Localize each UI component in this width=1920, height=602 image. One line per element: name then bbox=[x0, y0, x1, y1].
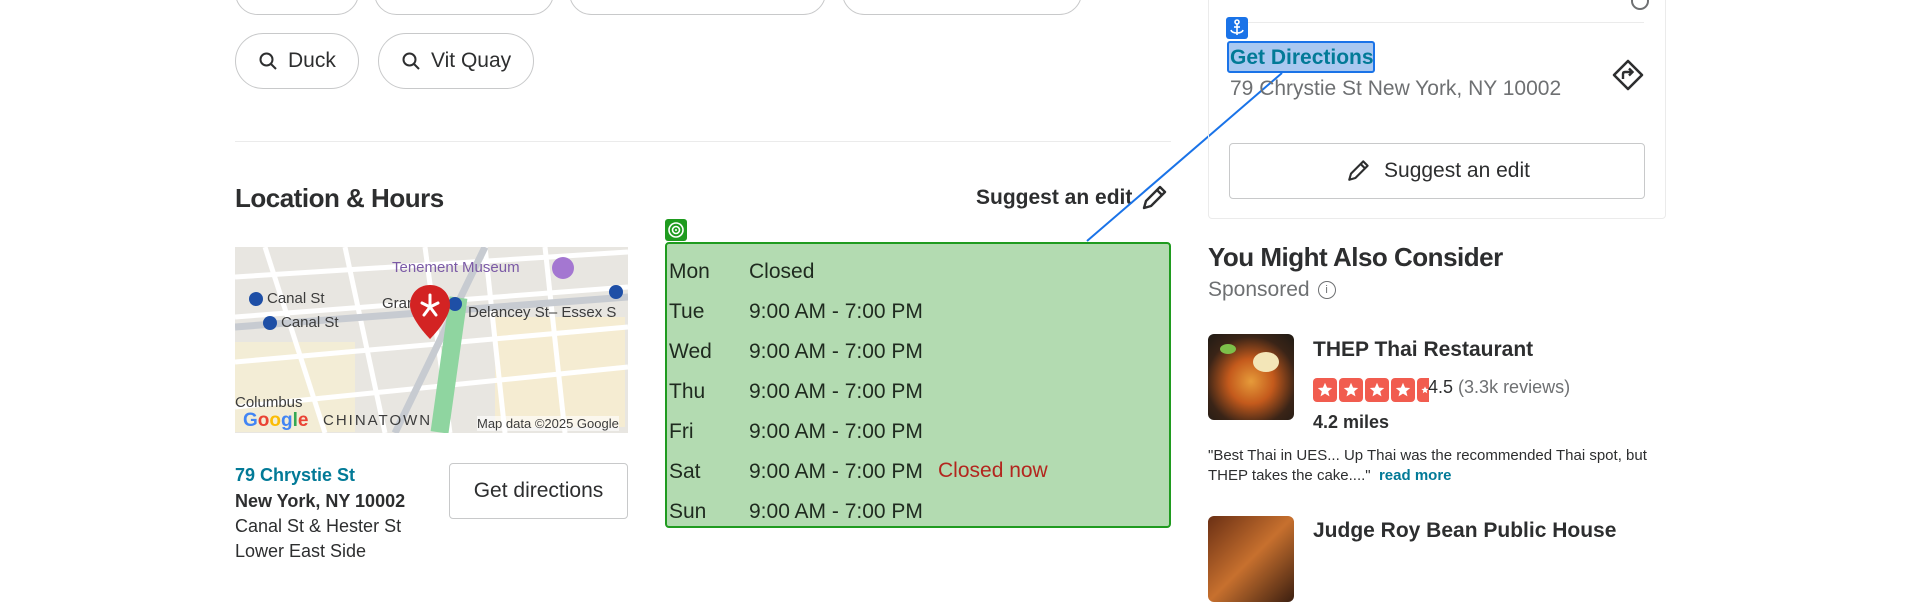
read-more-link[interactable]: read more bbox=[1379, 467, 1452, 484]
directions-icon[interactable] bbox=[1611, 58, 1645, 92]
rating-value: 4.5 bbox=[1428, 377, 1454, 397]
business-thumbnail[interactable] bbox=[1208, 516, 1294, 602]
distance: 4.2 miles bbox=[1313, 412, 1390, 432]
review-snippet: "Best Thai in UES... Up Thai was the rec… bbox=[1208, 446, 1668, 486]
anchor-icon bbox=[1226, 17, 1248, 39]
suggest-edit-button[interactable]: Suggest an edit bbox=[1229, 143, 1645, 199]
business-thumbnail[interactable] bbox=[1208, 334, 1294, 420]
info-icon[interactable]: i bbox=[1317, 281, 1336, 299]
card-address: 79 Chrystie St New York, NY 10002 bbox=[1230, 77, 1562, 100]
star-rating bbox=[1313, 378, 1429, 402]
star-icon bbox=[1365, 378, 1389, 402]
review-count-link[interactable]: (3.3k reviews) bbox=[1458, 377, 1570, 397]
star-icon bbox=[1391, 378, 1415, 402]
section-title-consider: You Might Also Consider bbox=[1208, 242, 1503, 272]
sponsored-text: Sponsored bbox=[1208, 278, 1310, 301]
sponsored-label: Sponsored i bbox=[1208, 278, 1336, 302]
star-icon bbox=[1313, 378, 1337, 402]
rating-summary: 4.5 (3.3k reviews) bbox=[1428, 377, 1570, 398]
pencil-icon bbox=[1348, 160, 1369, 181]
business-name-link[interactable]: Judge Roy Bean Public House bbox=[1313, 519, 1616, 543]
get-directions-link[interactable]: Get Directions bbox=[1230, 46, 1374, 70]
star-icon bbox=[1339, 378, 1363, 402]
business-name-link[interactable]: THEP Thai Restaurant bbox=[1313, 338, 1533, 362]
suggest-edit-label: Suggest an edit bbox=[1384, 159, 1530, 182]
card-divider bbox=[1229, 22, 1644, 23]
